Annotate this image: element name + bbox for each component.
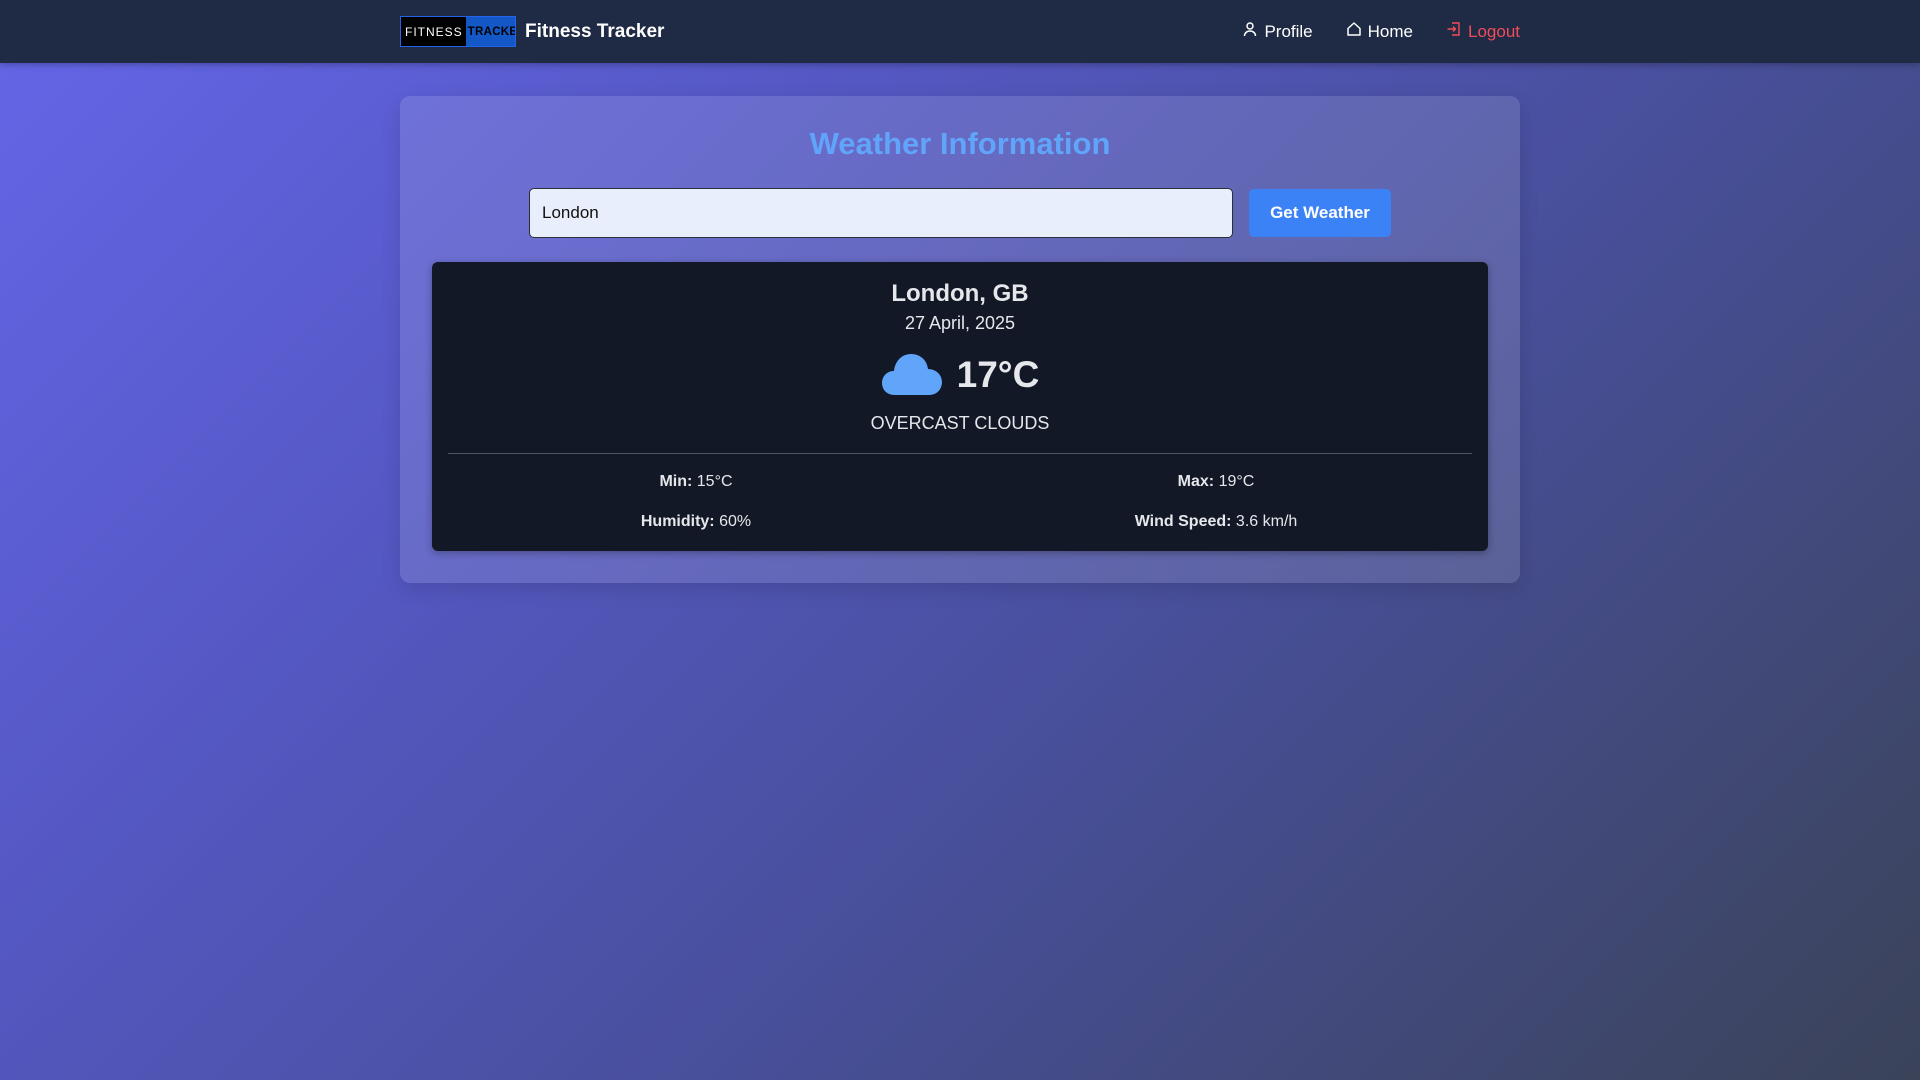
stat-humidity: Humidity: 60%: [496, 513, 896, 531]
weather-card: Weather Information Get Weather London, …: [400, 96, 1520, 583]
stat-wind-value: 3.6 km/h: [1235, 513, 1298, 530]
navbar: FITNESS TRACKER Fitness Tracker Profile …: [0, 0, 1920, 63]
weather-date: 27 April, 2025: [904, 313, 1016, 333]
nav-link-logout-label: Logout: [1468, 21, 1520, 41]
stat-wind-label: Wind Speed:: [1134, 513, 1232, 530]
city-search-input[interactable]: [529, 188, 1233, 238]
stat-humidity-value: 60%: [719, 513, 752, 530]
logo-text-fitness: FITNESS: [401, 17, 466, 46]
nav-link-profile-label: Profile: [1264, 21, 1313, 41]
logo-text-tracker: TRACKER: [465, 17, 515, 46]
weather-description: OVERCAST CLOUDS: [870, 413, 1050, 433]
get-weather-button[interactable]: Get Weather: [1249, 189, 1391, 237]
nav-links: Profile Home Logout: [1242, 21, 1520, 42]
nav-link-home[interactable]: Home: [1346, 21, 1413, 42]
logout-icon: [1446, 21, 1462, 42]
brand-title[interactable]: Fitness Tracker: [525, 21, 664, 43]
stat-min-value: 15°C: [696, 473, 733, 490]
stat-min-label: Min:: [659, 473, 693, 490]
cloud-icon: [881, 350, 943, 401]
city-name: London, GB: [891, 280, 1029, 307]
stat-wind-speed: Wind Speed: 3.6 km/h: [1016, 513, 1416, 531]
user-icon: [1242, 21, 1258, 42]
nav-link-logout[interactable]: Logout: [1446, 21, 1520, 42]
brand[interactable]: FITNESS TRACKER Fitness Tracker: [400, 16, 664, 47]
stat-humidity-label: Humidity:: [640, 513, 715, 530]
stat-max-value: 19°C: [1218, 473, 1255, 490]
temperature-row: 17°C: [432, 350, 1488, 400]
temperature-value: 17°C: [956, 354, 1040, 395]
divider: [448, 453, 1472, 454]
weather-result-panel: London, GB 27 April, 2025 17°C OVERCAST …: [432, 262, 1488, 551]
stat-max: Max: 19°C: [1016, 473, 1416, 491]
brand-logo[interactable]: FITNESS TRACKER: [400, 16, 516, 47]
stat-max-label: Max:: [1177, 473, 1215, 490]
page-title: Weather Information: [809, 126, 1111, 161]
nav-link-profile[interactable]: Profile: [1242, 21, 1313, 42]
nav-link-home-label: Home: [1367, 21, 1413, 41]
navbar-inner: FITNESS TRACKER Fitness Tracker Profile …: [400, 0, 1520, 63]
home-icon: [1346, 21, 1362, 42]
stat-min: Min: 15°C: [496, 473, 896, 491]
